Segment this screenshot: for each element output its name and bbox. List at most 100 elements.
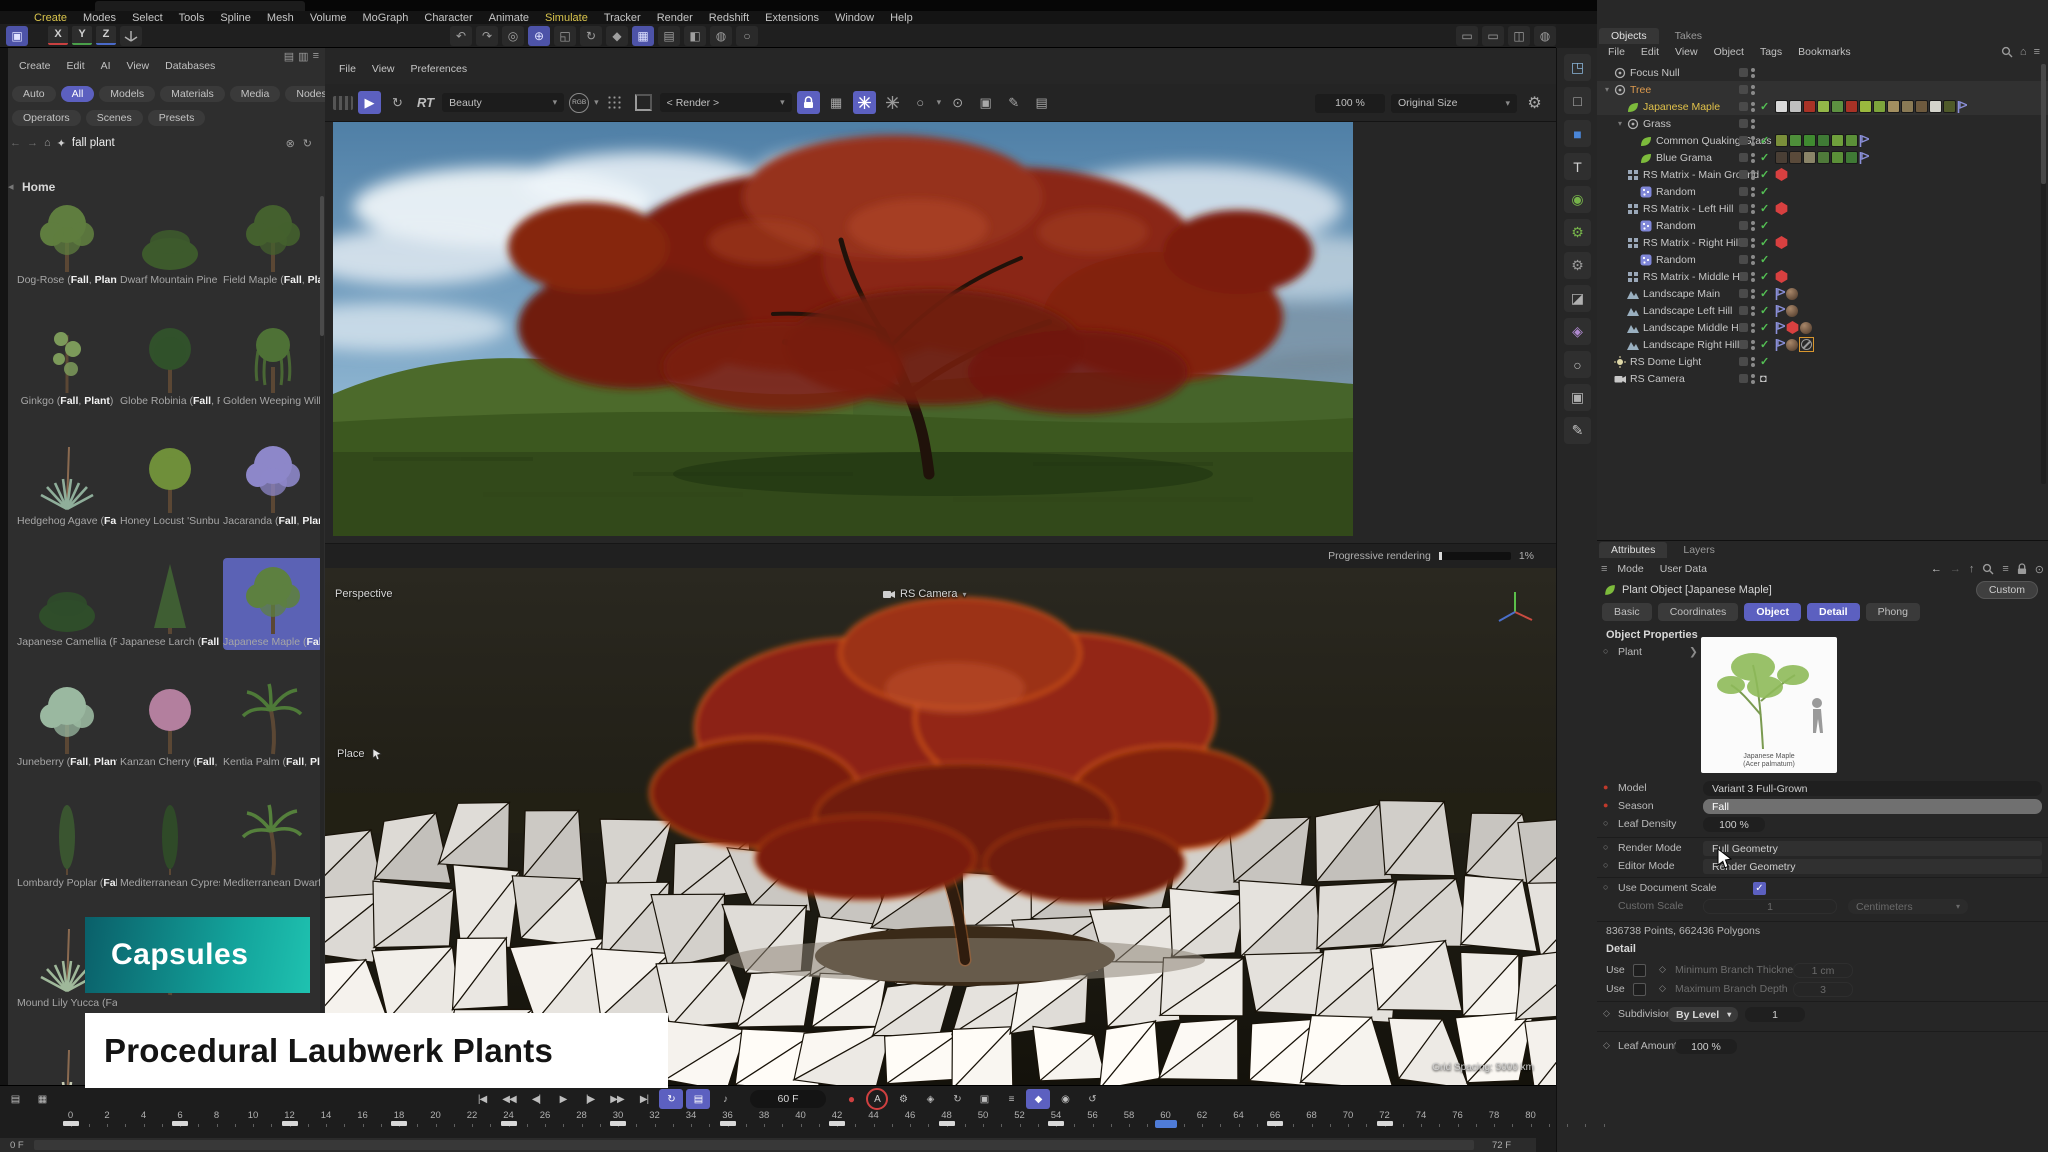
- region-dropdown-icon[interactable]: ▾: [937, 97, 942, 108]
- object-row-rs-matrix-main-ground[interactable]: RS Matrix - Main Ground✓: [1597, 166, 2048, 183]
- workplane-icon[interactable]: ◪: [1564, 285, 1591, 312]
- modeling-axis-icon[interactable]: ○: [736, 26, 758, 46]
- ruler-frame-36[interactable]: 36: [717, 1110, 739, 1121]
- menu-animate[interactable]: Animate: [481, 12, 537, 24]
- asset-item-japanese[interactable]: Japanese Maple (Fall, ...: [223, 558, 323, 650]
- visibility-dots[interactable]: [1751, 153, 1755, 163]
- param-diamond[interactable]: ◇: [1603, 1008, 1610, 1019]
- material-tag[interactable]: [1789, 100, 1802, 113]
- layer-chip[interactable]: [1739, 255, 1748, 264]
- param-diamond[interactable]: ◇: [1659, 964, 1666, 975]
- asset-item-dog-rose[interactable]: Dog-Rose (Fall, Plant): [17, 196, 117, 288]
- visibility-dots[interactable]: [1751, 68, 1755, 78]
- annotation-flag-icon[interactable]: [1775, 322, 1785, 334]
- asset-item-mediterranean[interactable]: Mediterranean Cypres...: [120, 799, 220, 891]
- next-frame-button[interactable]: |▶: [578, 1089, 602, 1109]
- layer-chip[interactable]: [1739, 272, 1748, 281]
- render-to-picture-icon[interactable]: ▭: [1482, 26, 1504, 46]
- snapshot-icon[interactable]: [853, 91, 876, 114]
- ruler-frame-26[interactable]: 26: [534, 1110, 556, 1121]
- attr-tab-coordinates[interactable]: Coordinates: [1658, 603, 1739, 621]
- view-label[interactable]: Perspective: [335, 588, 392, 600]
- chevron-left-icon[interactable]: ◂: [8, 180, 14, 193]
- object-row-landscape-middle-hill[interactable]: Landscape Middle Hill✓: [1597, 319, 2048, 336]
- enabled-check-icon[interactable]: ✓: [1760, 134, 1769, 147]
- material-tag[interactable]: [1915, 100, 1928, 113]
- layer-chip[interactable]: [1739, 221, 1748, 230]
- object-row-rs-matrix-left-hill[interactable]: RS Matrix - Left Hill✓: [1597, 200, 2048, 217]
- asset-menu-databases[interactable]: Databases: [158, 60, 222, 72]
- ruler-frame-42[interactable]: 42: [826, 1110, 848, 1121]
- season-slider[interactable]: Fall: [1703, 799, 2042, 814]
- objects-menu-bookmarks[interactable]: Bookmarks: [1791, 46, 1858, 58]
- ruler-frame-54[interactable]: 54: [1045, 1110, 1067, 1121]
- ruler-frame-30[interactable]: 30: [607, 1110, 629, 1121]
- object-row-japanese-maple[interactable]: Japanese Maple✓: [1597, 98, 2048, 115]
- key-parameter-button[interactable]: ▣: [972, 1089, 996, 1109]
- param-diamond[interactable]: ◇: [1603, 1040, 1610, 1051]
- material-tag[interactable]: [1887, 100, 1900, 113]
- min-branch-checkbox[interactable]: [1633, 964, 1646, 977]
- render-view-menu-file[interactable]: File: [333, 63, 362, 75]
- redshift-tag-icon[interactable]: [1775, 270, 1788, 283]
- prev-frame-button[interactable]: ◀|: [524, 1089, 548, 1109]
- goto-start-button[interactable]: |◀: [470, 1089, 494, 1109]
- coordinate-system-icon[interactable]: [120, 26, 142, 46]
- visibility-dots[interactable]: [1751, 170, 1755, 180]
- redshift-tag-icon[interactable]: [1786, 321, 1799, 334]
- object-row-rs-matrix-middle-hill[interactable]: RS Matrix - Middle Hill✓: [1597, 268, 2048, 285]
- ruler-frame-40[interactable]: 40: [790, 1110, 812, 1121]
- material-tag[interactable]: [1775, 151, 1788, 164]
- ruler-frame-6[interactable]: 6: [169, 1110, 191, 1121]
- keyframe-marker[interactable]: [391, 1121, 407, 1126]
- attr-tab-phong[interactable]: Phong: [1866, 603, 1920, 621]
- layer-chip[interactable]: [1739, 340, 1748, 349]
- menu-spline[interactable]: Spline: [212, 12, 259, 24]
- min-branch-field[interactable]: 1 cm: [1793, 963, 1853, 978]
- menu-window[interactable]: Window: [827, 12, 882, 24]
- asset-item-mediterranean[interactable]: Mediterranean Dwarf ...: [223, 799, 323, 891]
- material-tag[interactable]: [1803, 151, 1816, 164]
- layer-chip[interactable]: [1739, 85, 1748, 94]
- material-sphere-tag[interactable]: [1786, 339, 1798, 351]
- keyframe-marker[interactable]: [172, 1121, 188, 1126]
- spline-pen-icon[interactable]: ✎: [1564, 417, 1591, 444]
- asset-item-juneberry[interactable]: Juneberry (Fall, Plant): [17, 678, 117, 770]
- render-mode-dropdown[interactable]: Full Geometry: [1703, 841, 2042, 856]
- key-pla-button[interactable]: ◆: [1026, 1089, 1050, 1109]
- rgb-channel-icon[interactable]: RGB: [569, 93, 589, 113]
- visibility-dots[interactable]: [1751, 306, 1755, 316]
- render-view-menu-preferences[interactable]: Preferences: [405, 63, 474, 75]
- clear-search-icon[interactable]: ⊗: [286, 137, 295, 150]
- solo-button[interactable]: ◉: [1053, 1089, 1077, 1109]
- snapshot-compare-icon[interactable]: [881, 91, 904, 114]
- object-row-landscape-right-hill[interactable]: Landscape Right Hill✓: [1597, 336, 2048, 353]
- axis-lock-z-button[interactable]: Z: [96, 26, 116, 45]
- timeline-range-bar[interactable]: 0 F 72 F: [0, 1138, 1536, 1152]
- menu-help[interactable]: Help: [882, 12, 921, 24]
- object-row-rs-camera[interactable]: RS Camera◘: [1597, 370, 2048, 387]
- redshift-tag-icon[interactable]: [1775, 202, 1788, 215]
- annotation-flag-icon[interactable]: [1775, 288, 1785, 300]
- camera-label[interactable]: RS Camera ▾: [883, 588, 966, 600]
- keyframe-settings-button[interactable]: ⚙: [891, 1089, 915, 1109]
- focus-icon[interactable]: ⊙: [946, 91, 969, 114]
- material-tag[interactable]: [1943, 100, 1956, 113]
- ruler-frame-56[interactable]: 56: [1082, 1110, 1104, 1121]
- lock-icon[interactable]: [797, 91, 820, 114]
- ruler-frame-70[interactable]: 70: [1337, 1110, 1359, 1121]
- material-tag[interactable]: [1817, 134, 1830, 147]
- custom-scale-field[interactable]: 1: [1703, 899, 1837, 914]
- model-dropdown[interactable]: Variant 3 Full-Grown: [1703, 781, 2042, 796]
- visibility-dots[interactable]: [1751, 85, 1755, 95]
- layer-chip[interactable]: [1739, 136, 1748, 145]
- ruler-frame-66[interactable]: 66: [1264, 1110, 1286, 1121]
- layer-chip[interactable]: [1739, 306, 1748, 315]
- material-sphere-tag[interactable]: [1786, 305, 1798, 317]
- key-rotation-button[interactable]: ↻: [945, 1089, 969, 1109]
- enabled-check-icon[interactable]: ✓: [1760, 168, 1769, 181]
- asset-scrollbar[interactable]: [320, 196, 324, 1076]
- asset-item-lombardy[interactable]: Lombardy Poplar (Fall...: [17, 799, 117, 891]
- asset-item-globe[interactable]: Globe Robinia (Fall, Pl...: [120, 317, 220, 409]
- reset-button[interactable]: ↺: [1080, 1089, 1104, 1109]
